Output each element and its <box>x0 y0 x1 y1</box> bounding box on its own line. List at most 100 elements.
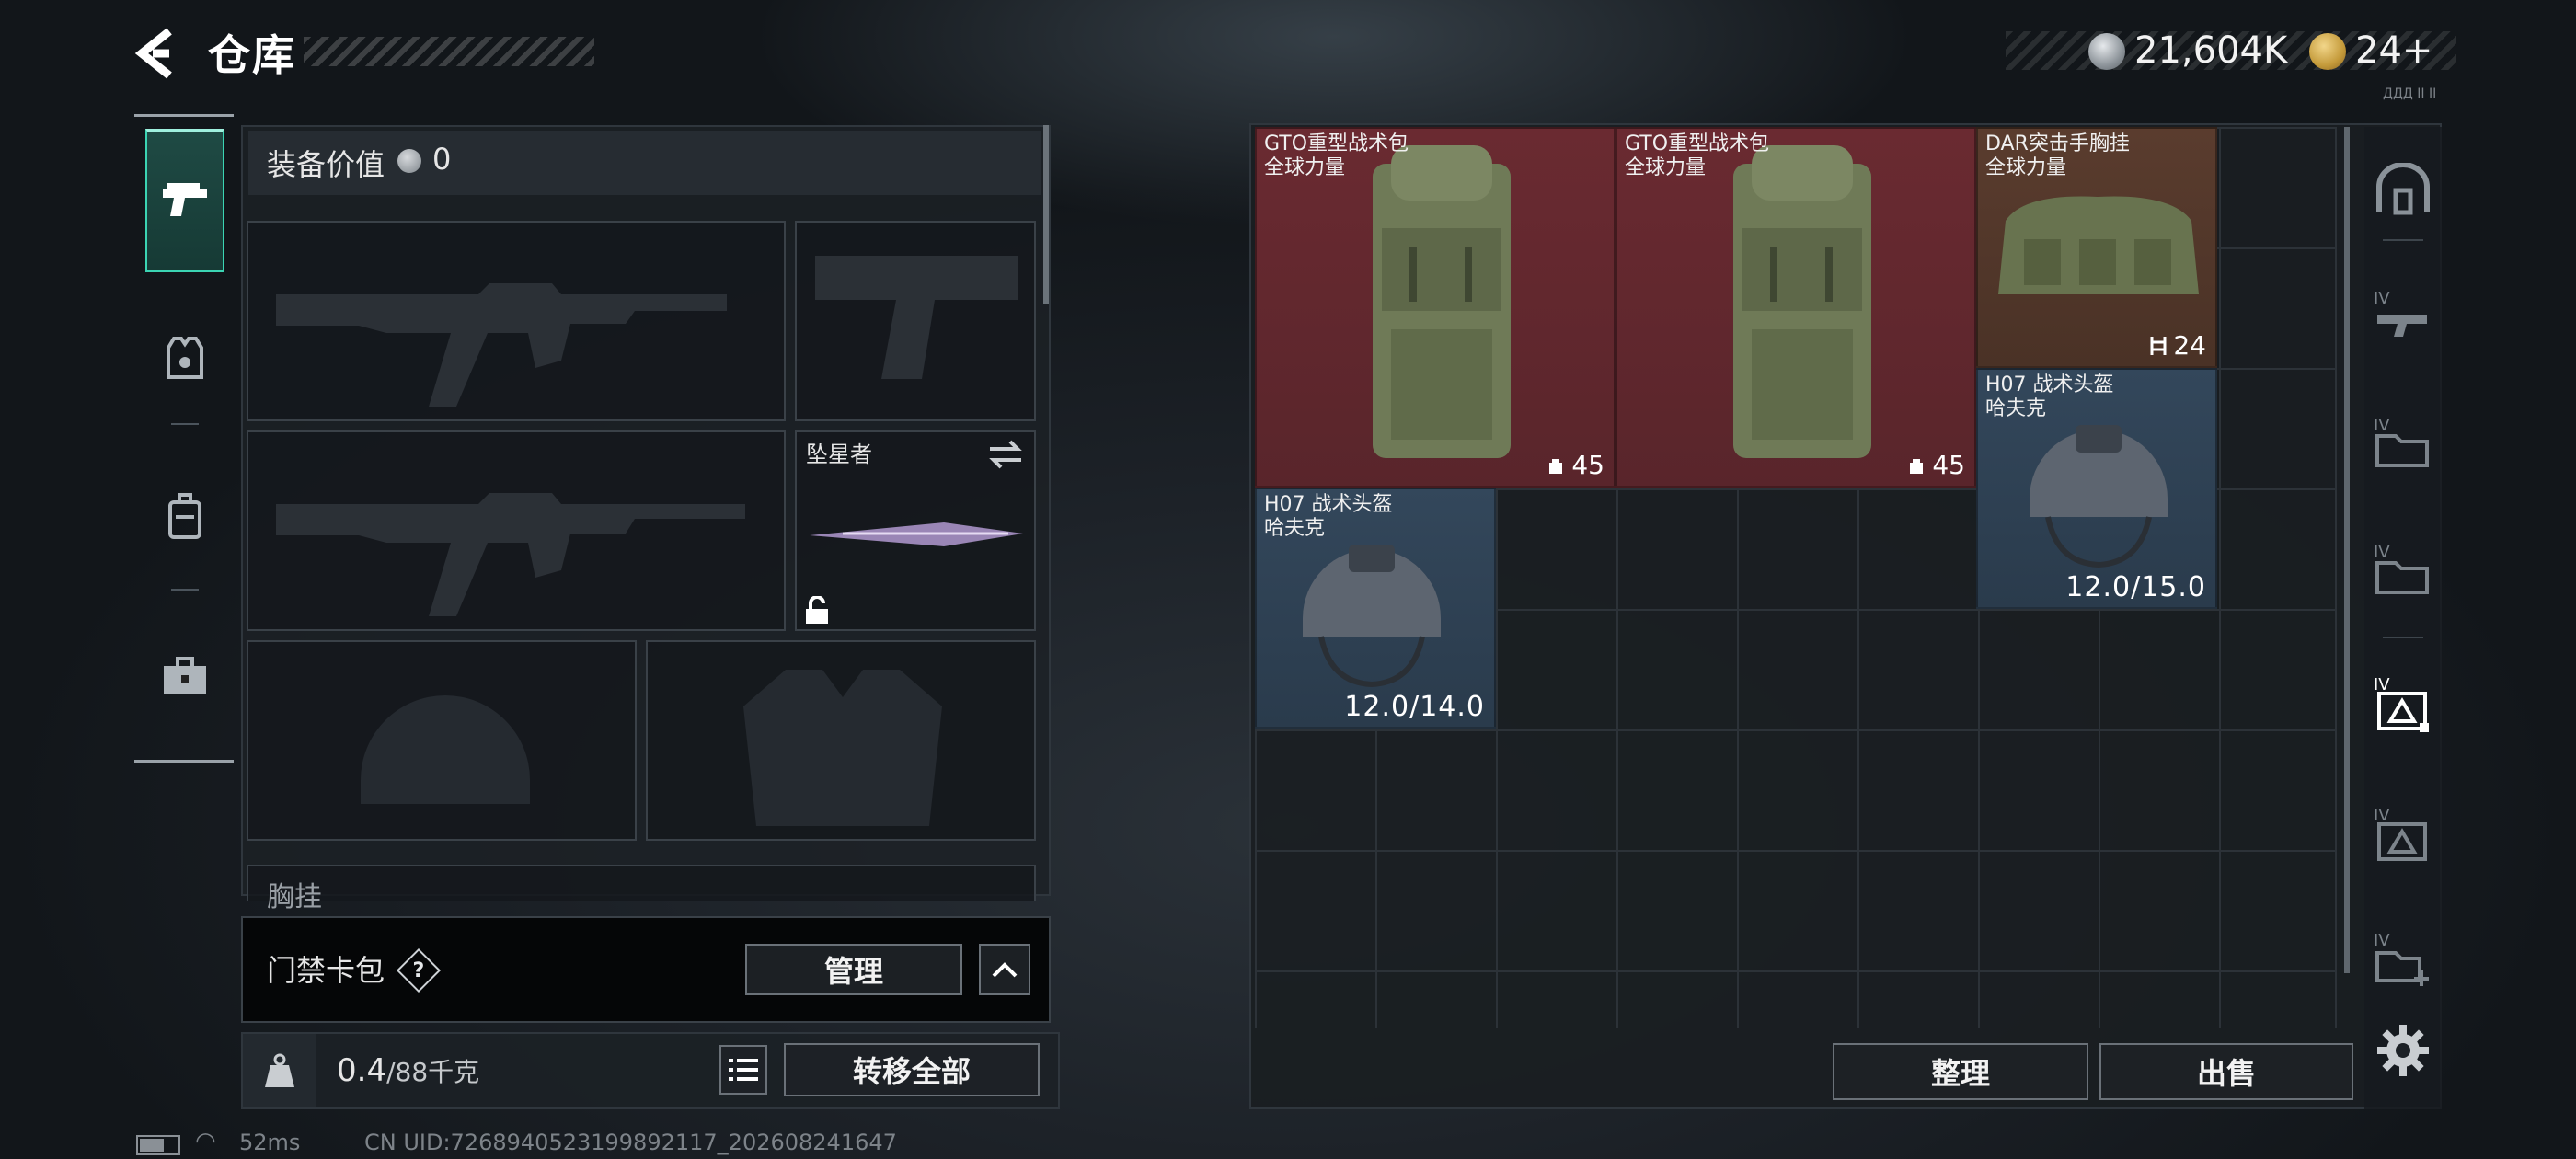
secondary-weapon-slot[interactable] <box>247 430 786 631</box>
weight-icon <box>265 1053 294 1087</box>
transfer-all-button[interactable]: 转移全部 <box>784 1043 1040 1096</box>
manage-button[interactable]: 管理 <box>745 944 962 995</box>
item-name: H07 战术头盔 哈夫克 <box>1264 493 1393 540</box>
warehouse-icon <box>2376 163 2430 215</box>
equipment-value-label: 装备价值 <box>267 147 385 182</box>
chest-rig-image <box>1998 196 2199 294</box>
tab-weapons[interactable] <box>145 129 224 272</box>
item-quantity-value: 24 <box>2173 330 2206 361</box>
storage-item-backpack[interactable]: GTO重型战术包 全球力量 45 <box>1255 127 1616 488</box>
helmet-image <box>1303 545 1441 688</box>
uid-text: CN UID:7268940523199892117_202608241647 <box>364 1130 897 1155</box>
storage-item-backpack[interactable]: GTO重型战术包 全球力量 45 <box>1616 127 1976 488</box>
item-quantity: 45 <box>1546 450 1604 480</box>
list-view-button[interactable] <box>719 1045 767 1095</box>
gold-coin-icon <box>2309 33 2346 70</box>
lock-icon <box>806 596 828 624</box>
storage-tab-weapons[interactable]: IV <box>2368 280 2438 350</box>
wifi-icon: ◠ <box>195 1128 216 1155</box>
weight-current: 0.4 <box>337 1052 387 1089</box>
tier-gear-icon: IV <box>2374 806 2427 861</box>
item-name: DAR突击手胸挂 全球力量 <box>1985 132 2130 179</box>
tier-gear-icon: IV <box>2374 675 2429 732</box>
backpack-image <box>1733 145 1871 458</box>
melee-weapon-name: 坠星者 <box>806 442 872 467</box>
chest-rig-label: 胸挂 <box>267 881 322 913</box>
sidebar-separator <box>2383 239 2423 241</box>
sort-button[interactable]: 整理 <box>1833 1043 2088 1100</box>
currency-amount: 21,604K <box>2134 29 2288 72</box>
rifle-silhouette-icon <box>276 283 727 407</box>
armor-silhouette-icon <box>743 670 942 826</box>
sell-button[interactable]: 出售 <box>2099 1043 2353 1100</box>
storage-tab-main[interactable] <box>2368 155 2438 224</box>
help-glyph: ? <box>412 958 425 982</box>
rifle-silhouette-icon <box>276 493 745 616</box>
expand-button[interactable] <box>979 944 1030 995</box>
capacity-icon <box>1910 458 1924 474</box>
helmet-slot[interactable] <box>247 640 637 841</box>
chest-rig-slot[interactable] <box>247 865 1036 901</box>
item-quantity-value: 45 <box>1571 450 1604 480</box>
capacity-icon <box>1549 458 1563 474</box>
weight-max: /88千克 <box>386 1057 480 1087</box>
pistol-silhouette-icon <box>815 256 1018 379</box>
page-title: 仓库 <box>208 30 296 80</box>
swap-icon[interactable] <box>988 440 1023 469</box>
storage-scrollbar[interactable] <box>2344 127 2350 973</box>
item-quantity: 24 <box>2149 330 2206 361</box>
tier-weapon-icon: IV <box>2374 289 2427 337</box>
melee-weapon-slot[interactable]: 坠星者 <box>795 430 1036 631</box>
equipment-scrollbar[interactable] <box>1043 125 1049 304</box>
helmet-image <box>2030 425 2168 568</box>
weight-value: 0.4/88千克 <box>337 1052 479 1089</box>
pistol-slot[interactable] <box>795 221 1036 421</box>
equipment-value: 0 <box>432 142 452 177</box>
storage-tab-gear-active[interactable]: IV <box>2368 668 2438 738</box>
silver-coin-icon <box>397 149 421 173</box>
battery-icon <box>136 1135 180 1155</box>
knife-icon <box>810 522 1023 546</box>
chevron-up-icon <box>992 962 1018 978</box>
tab-armor[interactable] <box>145 318 224 397</box>
version-text: ДДД ІІ ІІ <box>2383 86 2437 101</box>
backpack-icon <box>168 493 201 539</box>
storage-tab-folder-2[interactable]: IV <box>2368 534 2438 603</box>
pistol-icon <box>163 182 207 216</box>
svg-text:IV: IV <box>2374 675 2390 694</box>
svg-text:IV: IV <box>2374 543 2390 562</box>
tier-add-storage-icon: IV <box>2374 931 2429 986</box>
storage-tab-folder-1[interactable]: IV <box>2368 407 2438 476</box>
premium-currency-amount[interactable]: 24+ <box>2355 29 2432 72</box>
item-name: H07 战术头盔 哈夫克 <box>1985 373 2114 420</box>
armor-slot[interactable] <box>646 640 1036 841</box>
access-card-pack-label: 门禁卡包 <box>267 953 385 988</box>
storage-item-helmet[interactable]: H07 战术头盔 哈夫克 12.0/14.0 <box>1255 488 1496 729</box>
slot-count-icon <box>2150 336 2167 355</box>
tab-items[interactable] <box>145 637 224 716</box>
back-button[interactable] <box>129 26 184 81</box>
ping-text: 52ms <box>239 1130 301 1155</box>
item-durability: 12.0/15.0 <box>2065 571 2206 603</box>
storage-tab-gear[interactable]: IV <box>2368 798 2438 868</box>
tab-backpack[interactable] <box>145 476 224 556</box>
category-separator <box>171 423 199 425</box>
sidebar-separator <box>2383 637 2423 638</box>
settings-button[interactable] <box>2375 1023 2431 1078</box>
backpack-image <box>1373 145 1511 458</box>
silver-coin-icon <box>2088 33 2125 70</box>
item-quantity: 45 <box>1906 450 1965 480</box>
tier-folder-icon: IV <box>2374 543 2429 594</box>
svg-text:IV: IV <box>2374 806 2390 825</box>
storage-item-helmet[interactable]: H07 战术头盔 哈夫克 12.0/15.0 <box>1976 368 2217 609</box>
storage-item-chest-rig[interactable]: DAR突击手胸挂 全球力量 24 <box>1976 127 2217 368</box>
category-separator <box>171 589 199 591</box>
tier-folder-icon: IV <box>2374 416 2429 467</box>
primary-weapon-slot[interactable] <box>247 221 786 421</box>
category-bottom-line <box>134 760 234 763</box>
weight-icon-box <box>243 1034 316 1107</box>
armor-vest-icon <box>167 337 203 379</box>
storage-tab-add[interactable]: IV <box>2368 924 2438 993</box>
item-name: GTO重型战术包 全球力量 <box>1625 132 1770 179</box>
item-durability: 12.0/14.0 <box>1344 691 1485 723</box>
